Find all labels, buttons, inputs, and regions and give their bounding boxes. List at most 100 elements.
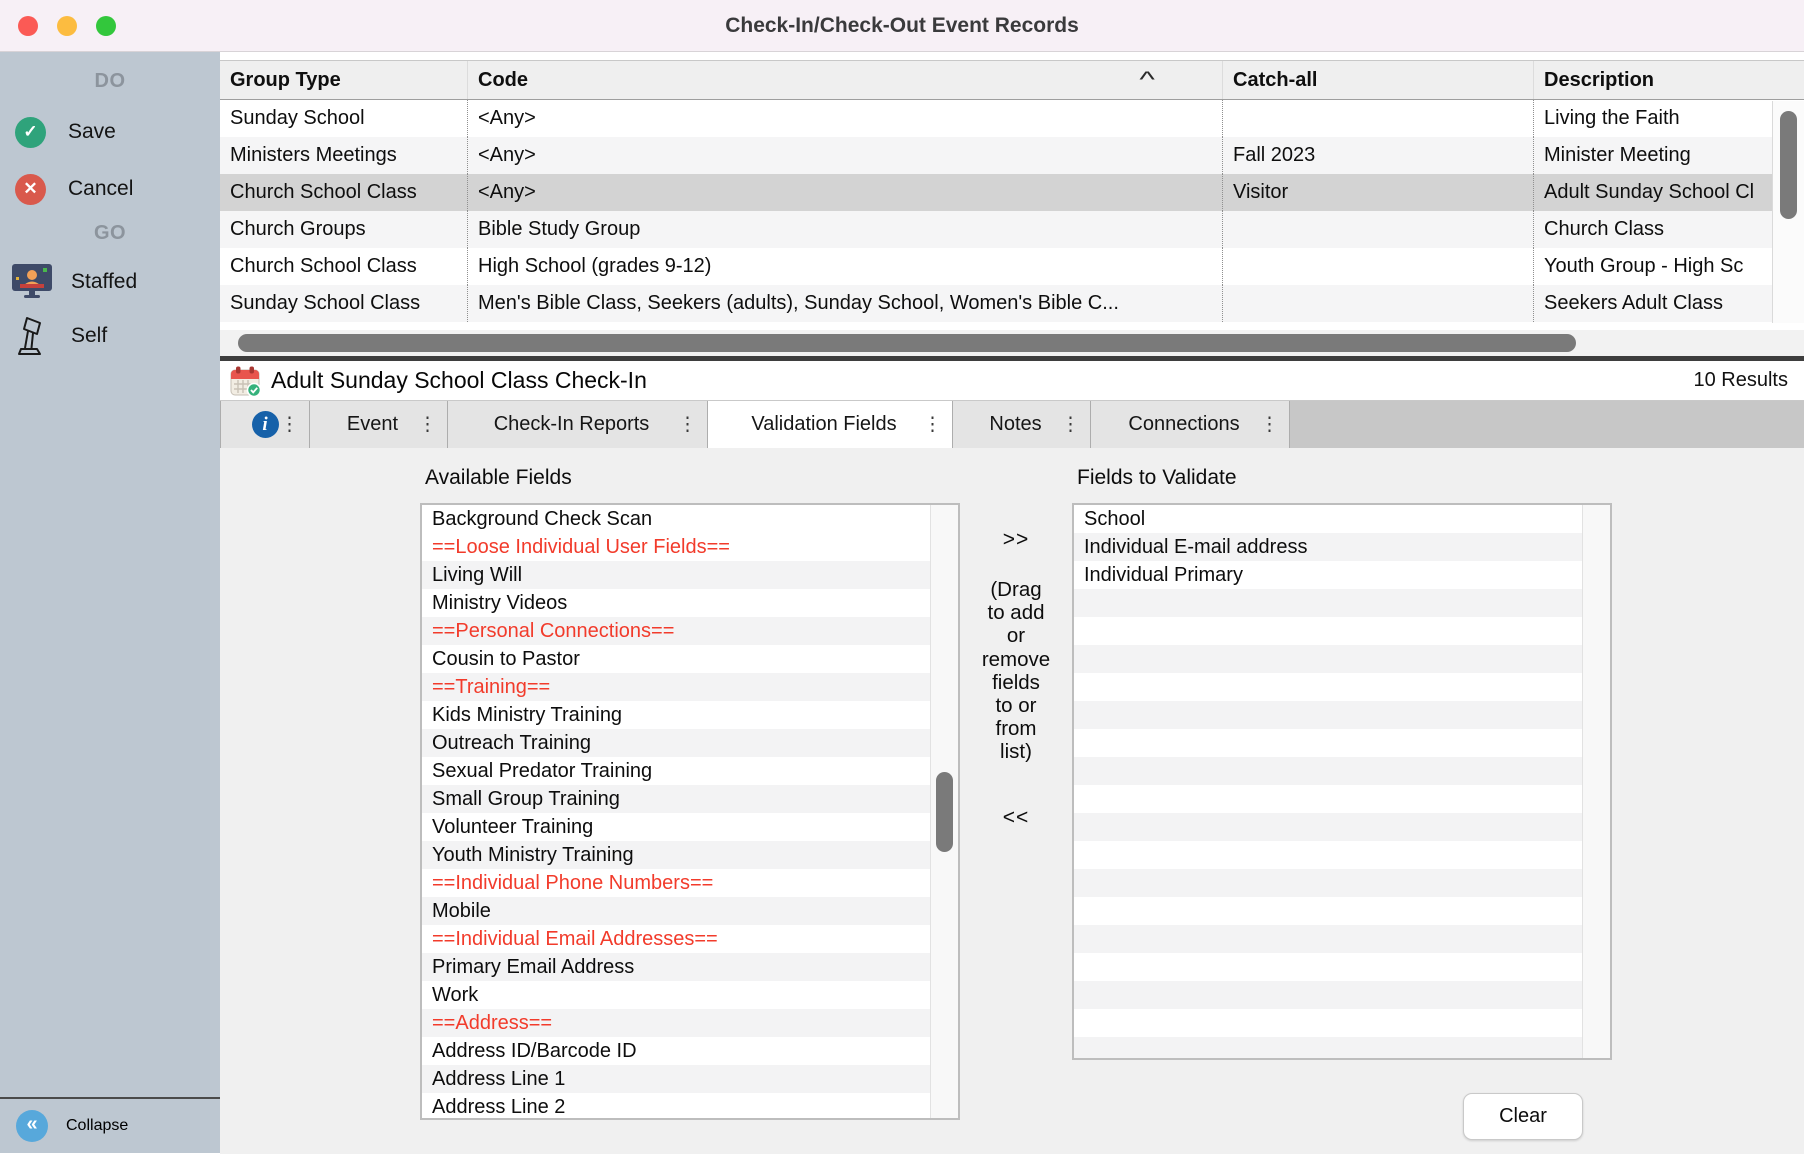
available-field-item[interactable]: Living Will: [422, 561, 930, 589]
available-field-item[interactable]: Cousin to Pastor: [422, 645, 930, 673]
tab-label: Check-In Reports: [494, 413, 662, 436]
remove-fields-control[interactable]: <<: [960, 806, 1072, 830]
results-count: 10 Results: [1694, 369, 1804, 392]
empty-row: [1074, 757, 1582, 785]
available-field-item[interactable]: Address Line 2: [422, 1093, 930, 1118]
table-cell: Men's Bible Class, Seekers (adults), Sun…: [467, 285, 1222, 322]
self-button[interactable]: Self: [0, 318, 220, 354]
available-field-item[interactable]: Volunteer Training: [422, 813, 930, 841]
tab-check-in-reports[interactable]: Check-In Reports ⋮: [448, 401, 708, 448]
available-field-item[interactable]: Outreach Training: [422, 729, 930, 757]
window-title: Check-In/Check-Out Event Records: [0, 14, 1804, 38]
available-field-item[interactable]: ==Personal Connections==: [422, 617, 930, 645]
tab-label: Event: [347, 413, 410, 436]
table-cell: Fall 2023: [1222, 137, 1533, 174]
available-field-item[interactable]: Mobile: [422, 897, 930, 925]
tab-menu-dots[interactable]: ⋮: [418, 415, 437, 434]
minimize-button[interactable]: [57, 16, 77, 36]
staffed-button[interactable]: Staffed: [0, 264, 220, 300]
main-area: Group Type Code^ Catch-all Description S…: [220, 52, 1804, 1153]
column-header-catch-all[interactable]: Catch-all: [1222, 61, 1533, 99]
table-cell: Sunday School Class: [220, 285, 467, 322]
table-row[interactable]: Church School ClassHigh School (grades 9…: [220, 248, 1772, 285]
self-kiosk-icon: [18, 316, 46, 356]
tab-event[interactable]: Event ⋮: [310, 401, 448, 448]
table-row[interactable]: Church GroupsBible Study GroupChurch Cla…: [220, 211, 1772, 248]
tab-connections[interactable]: Connections⋮: [1091, 401, 1290, 448]
validate-field-item[interactable]: School: [1074, 505, 1582, 533]
table-row[interactable]: Ministers Meetings<Any>Fall 2023Minister…: [220, 137, 1772, 174]
table-cell: Church Groups: [220, 211, 467, 248]
available-field-item[interactable]: ==Individual Email Addresses==: [422, 925, 930, 953]
cancel-x-icon: ✕: [15, 174, 46, 205]
available-field-item[interactable]: Primary Email Address: [422, 953, 930, 981]
table-vertical-scrollbar[interactable]: [1772, 101, 1804, 323]
tab-validation-fields[interactable]: Validation Fields ⋮: [708, 401, 953, 448]
validate-field-item[interactable]: Individual Primary: [1074, 561, 1582, 589]
info-icon: i: [252, 411, 279, 438]
table-row[interactable]: Sunday School ClassMen's Bible Class, Se…: [220, 285, 1772, 322]
table-cell: Visitor: [1222, 174, 1533, 211]
available-field-item[interactable]: Background Check Scan: [422, 505, 930, 533]
record-title: Adult Sunday School Class Check-In: [271, 367, 647, 394]
tab-label: Validation Fields: [751, 413, 908, 436]
table-vertical-scrollbar-thumb[interactable]: [1780, 111, 1797, 219]
tab-menu-dots[interactable]: ⋮: [280, 415, 299, 434]
sidebar: DO ✓ Save ✕ Cancel GO: [0, 52, 220, 1153]
table-row[interactable]: Church School Class<Any>VisitorAdult Sun…: [220, 174, 1772, 211]
available-field-item[interactable]: Address Line 1: [422, 1065, 930, 1093]
cancel-button[interactable]: ✕ Cancel: [0, 171, 220, 207]
available-field-item[interactable]: ==Address==: [422, 1009, 930, 1037]
fields-to-validate-list[interactable]: SchoolIndividual E-mail addressIndividua…: [1072, 503, 1612, 1060]
calendar-check-icon: [230, 365, 262, 397]
table-horizontal-scrollbar-thumb[interactable]: [238, 334, 1576, 352]
available-field-item[interactable]: ==Loose Individual User Fields==: [422, 533, 930, 561]
tab-menu-dots[interactable]: ⋮: [923, 415, 942, 434]
close-button[interactable]: [18, 16, 38, 36]
collapse-button[interactable]: « Collapse: [0, 1097, 220, 1153]
tab-menu-dots[interactable]: ⋮: [678, 415, 697, 434]
window-controls: [18, 16, 116, 36]
staffed-label: Staffed: [71, 270, 137, 294]
empty-row: [1074, 953, 1582, 981]
tab-menu-dots[interactable]: ⋮: [1260, 415, 1279, 434]
empty-row: [1074, 1037, 1582, 1058]
available-field-item[interactable]: Sexual Predator Training: [422, 757, 930, 785]
clear-button[interactable]: Clear: [1463, 1093, 1583, 1140]
available-field-item[interactable]: Ministry Videos: [422, 589, 930, 617]
column-header-group-type[interactable]: Group Type: [220, 61, 467, 99]
tab-label: Notes: [989, 413, 1053, 436]
sidebar-section-do: DO: [0, 70, 220, 93]
tab-info[interactable]: i ⋮: [220, 401, 310, 448]
table-cell: [1222, 285, 1533, 322]
validate-list-scrollbar[interactable]: [1582, 505, 1610, 1058]
available-field-item[interactable]: ==Individual Phone Numbers==: [422, 869, 930, 897]
titlebar: Check-In/Check-Out Event Records: [0, 0, 1804, 52]
available-field-item[interactable]: Kids Ministry Training: [422, 701, 930, 729]
available-field-item[interactable]: ==Training==: [422, 673, 930, 701]
column-header-code[interactable]: Code^: [467, 61, 1222, 99]
empty-row: [1074, 785, 1582, 813]
table-cell: Living the Faith: [1533, 100, 1772, 137]
add-fields-control[interactable]: >>: [960, 528, 1072, 552]
zoom-button[interactable]: [96, 16, 116, 36]
validate-field-item[interactable]: Individual E-mail address: [1074, 533, 1582, 561]
available-field-item[interactable]: Work: [422, 981, 930, 1009]
available-field-item[interactable]: Address ID/Barcode ID: [422, 1037, 930, 1065]
available-field-item[interactable]: Small Group Training: [422, 785, 930, 813]
app-window: Check-In/Check-Out Event Records DO ✓ Sa…: [0, 0, 1804, 1154]
sort-ascending-icon[interactable]: ^: [1139, 61, 1154, 99]
save-button[interactable]: ✓ Save: [0, 114, 220, 150]
column-header-description[interactable]: Description: [1533, 61, 1804, 99]
record-header: Adult Sunday School Class Check-In 10 Re…: [220, 361, 1804, 401]
table-horizontal-scrollbar[interactable]: [220, 330, 1804, 356]
available-fields-list[interactable]: Background Check Scan==Loose Individual …: [420, 503, 960, 1120]
tab-menu-dots[interactable]: ⋮: [1061, 415, 1080, 434]
available-list-scrollbar[interactable]: [930, 505, 958, 1118]
table-row[interactable]: Sunday School<Any>Living the Faith: [220, 100, 1772, 137]
available-field-item[interactable]: Youth Ministry Training: [422, 841, 930, 869]
available-list-scrollbar-thumb[interactable]: [936, 772, 953, 852]
table-cell: Youth Group - High Sc: [1533, 248, 1772, 285]
tab-notes[interactable]: Notes ⋮: [953, 401, 1091, 448]
sidebar-section-go: GO: [0, 222, 220, 245]
